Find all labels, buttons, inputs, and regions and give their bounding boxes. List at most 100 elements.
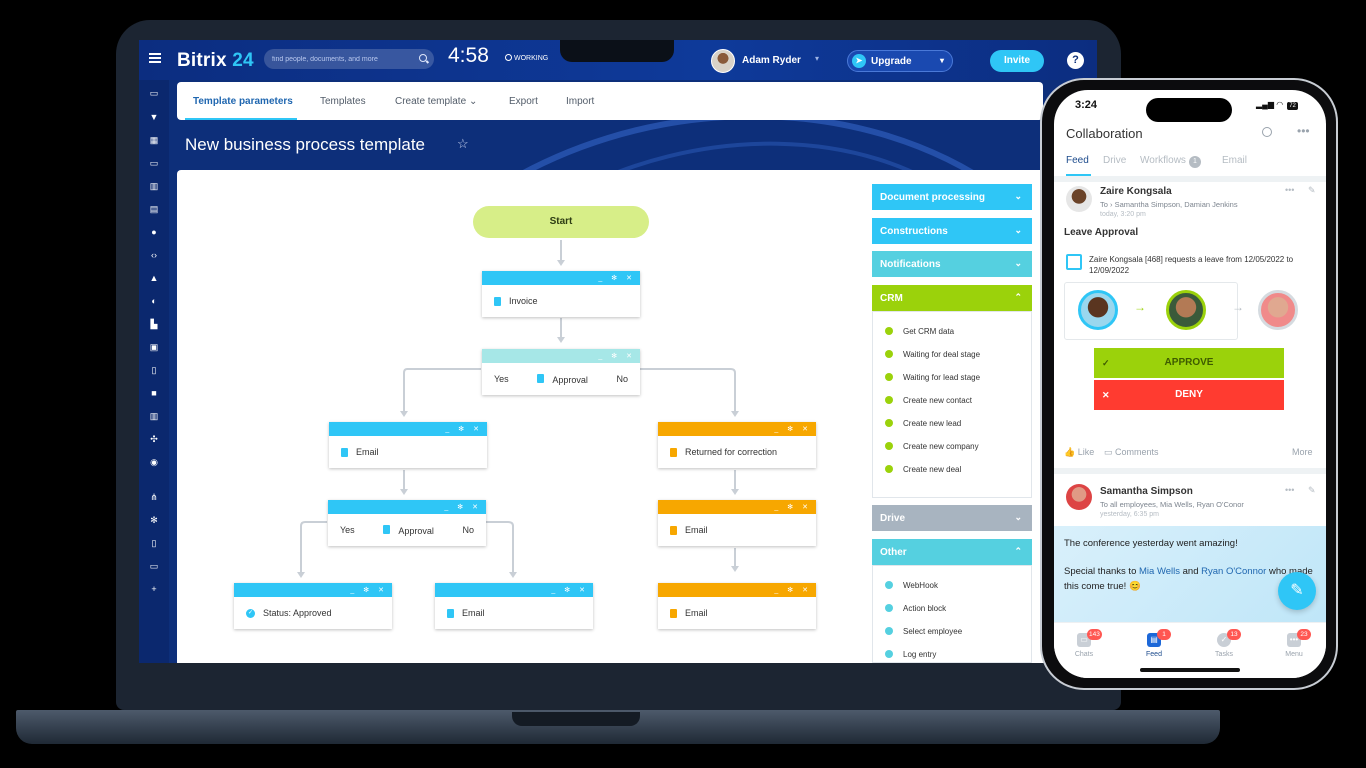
avatar[interactable] <box>1066 186 1092 212</box>
avatar[interactable] <box>1066 484 1092 510</box>
palette-drive[interactable]: Drive ⌄ <box>872 505 1032 531</box>
nav-tasks[interactable]: ✓ 13 Tasks <box>1199 629 1249 658</box>
status-approved-block[interactable]: _ ✻ ✕ ✓ Status: Approved <box>234 583 392 629</box>
minimize-icon[interactable]: _ <box>598 275 602 282</box>
approve-button[interactable]: ✓ APPROVE <box>1094 348 1284 378</box>
chevron-down-icon[interactable]: ▾ <box>815 54 819 63</box>
close-icon[interactable]: ✕ <box>626 274 632 282</box>
building-icon[interactable]: ▙ <box>149 319 159 329</box>
avatar[interactable] <box>711 49 735 73</box>
invoice-block[interactable]: _ ✻ ✕ Invoice <box>482 271 640 317</box>
store-icon[interactable]: ▲ <box>149 273 159 283</box>
close-icon[interactable]: ✕ <box>802 425 808 433</box>
document-icon[interactable]: ▯ <box>149 365 159 375</box>
workflow-icon[interactable]: ✣ <box>149 434 159 444</box>
mention-link[interactable]: Mia Wells <box>1139 566 1180 577</box>
robot-icon[interactable]: ● <box>149 227 159 237</box>
image-icon[interactable]: ▣ <box>149 342 159 352</box>
email-block-mid[interactable]: _ ✻ ✕ Email <box>435 583 593 629</box>
gear-icon[interactable]: ✻ <box>611 352 617 360</box>
logo[interactable]: Bitrix 24 <box>177 50 254 72</box>
code-icon[interactable]: ‹› <box>149 250 159 260</box>
mobile-icon[interactable]: ▯ <box>149 538 159 548</box>
like-button[interactable]: 👍 Like <box>1064 447 1094 458</box>
clock-icon[interactable]: ◐ <box>149 296 159 306</box>
gear-icon[interactable]: ✻ <box>458 425 464 433</box>
grid-icon[interactable]: ▦ <box>149 135 159 145</box>
palette-item[interactable]: Log entry <box>885 650 936 659</box>
chart-icon[interactable]: ▥ <box>149 181 159 191</box>
upgrade-button[interactable]: ➤ Upgrade ▾ <box>847 50 953 72</box>
close-icon[interactable]: ✕ <box>579 586 585 594</box>
calendar-icon[interactable]: ▭ <box>149 158 159 168</box>
gear-icon[interactable]: ✻ <box>363 586 369 594</box>
deny-button[interactable]: ✕ DENY <box>1094 380 1284 410</box>
sitemap-icon[interactable]: ⋔ <box>149 492 159 502</box>
minimize-icon[interactable]: _ <box>551 587 555 594</box>
tab-export[interactable]: Export <box>509 96 538 107</box>
close-icon[interactable]: ✕ <box>626 352 632 360</box>
gear-icon[interactable]: ✻ <box>787 503 793 511</box>
nav-chats[interactable]: ▭ 143 Chats <box>1059 629 1109 658</box>
palette-item[interactable]: Create new deal <box>885 465 961 474</box>
filter-icon[interactable]: ▼ <box>149 112 159 122</box>
palette-notifications[interactable]: Notifications ⌄ <box>872 251 1032 277</box>
minimize-icon[interactable]: _ <box>444 504 448 511</box>
email-block-left[interactable]: _ ✻ ✕ Email <box>329 422 487 468</box>
tab-create-template[interactable]: Create template ⌄ <box>395 96 477 107</box>
menu-icon[interactable] <box>149 53 161 63</box>
palette-item[interactable]: WebHook <box>885 581 938 590</box>
tab-email[interactable]: Email <box>1222 155 1247 166</box>
search-box[interactable] <box>264 49 434 69</box>
palette-item[interactable]: Waiting for lead stage <box>885 373 980 382</box>
start-node[interactable]: Start <box>473 206 649 238</box>
search-icon[interactable] <box>1262 127 1272 137</box>
close-icon[interactable]: ✕ <box>472 503 478 511</box>
post-author[interactable]: Samantha Simpson <box>1100 486 1193 497</box>
tab-templates[interactable]: Templates <box>320 96 366 107</box>
minimize-icon[interactable]: _ <box>774 426 778 433</box>
mention-link[interactable]: Ryan O'Connor <box>1201 566 1266 577</box>
gear-icon[interactable]: ✻ <box>611 274 617 282</box>
minimize-icon[interactable]: _ <box>774 587 778 594</box>
compose-button[interactable]: ✎ <box>1278 572 1316 610</box>
palette-item[interactable]: Create new lead <box>885 419 961 428</box>
palette-item[interactable]: Waiting for deal stage <box>885 350 980 359</box>
minimize-icon[interactable]: _ <box>774 504 778 511</box>
approval-block-2[interactable]: _ ✻ ✕ Yes Approval No <box>328 500 486 546</box>
minimize-icon[interactable]: _ <box>598 353 602 360</box>
search-icon[interactable] <box>419 54 427 62</box>
more-icon[interactable]: ••• <box>1285 485 1294 495</box>
feed-icon[interactable]: ▭ <box>149 88 159 98</box>
more-button[interactable]: More <box>1292 447 1313 457</box>
minimize-icon[interactable]: _ <box>445 426 449 433</box>
user-name[interactable]: Adam Ryder <box>742 55 801 66</box>
close-icon[interactable]: ✕ <box>473 425 479 433</box>
returned-block[interactable]: _ ✻ ✕ Returned for correction <box>658 422 816 468</box>
nav-menu[interactable]: ••• 23 Menu <box>1269 629 1319 658</box>
bank-icon[interactable]: ▥ <box>149 411 159 421</box>
star-icon[interactable]: ☆ <box>457 136 469 152</box>
palette-item[interactable]: Create new company <box>885 442 979 451</box>
tab-workflows[interactable]: Workflows 1 <box>1140 155 1201 168</box>
close-icon[interactable]: ✕ <box>378 586 384 594</box>
video-icon[interactable]: ■ <box>149 388 159 398</box>
more-icon[interactable]: ••• <box>1297 124 1310 138</box>
tab-feed[interactable]: Feed <box>1066 155 1089 166</box>
gear-icon[interactable]: ✻ <box>787 425 793 433</box>
tab-import[interactable]: Import <box>566 96 594 107</box>
palette-other[interactable]: Other ⌃ <box>872 539 1032 565</box>
approval-block[interactable]: _ ✻ ✕ Yes Approval No <box>482 349 640 395</box>
work-status[interactable]: WORKING <box>505 54 548 62</box>
tab-template-parameters[interactable]: Template parameters <box>193 96 293 107</box>
gear-icon[interactable]: ✻ <box>457 503 463 511</box>
gear-icon[interactable]: ✻ <box>564 586 570 594</box>
tab-drive[interactable]: Drive <box>1103 155 1126 166</box>
comments-button[interactable]: ▭ Comments <box>1104 447 1159 458</box>
palette-item[interactable]: Select employee <box>885 627 962 636</box>
clock[interactable]: 4:58 <box>448 44 489 68</box>
palette-document-processing[interactable]: Document processing ⌄ <box>872 184 1032 210</box>
post-author[interactable]: Zaire Kongsala <box>1100 186 1172 197</box>
more-icon[interactable]: ••• <box>1285 185 1294 195</box>
globe-icon[interactable]: ◉ <box>149 457 159 467</box>
